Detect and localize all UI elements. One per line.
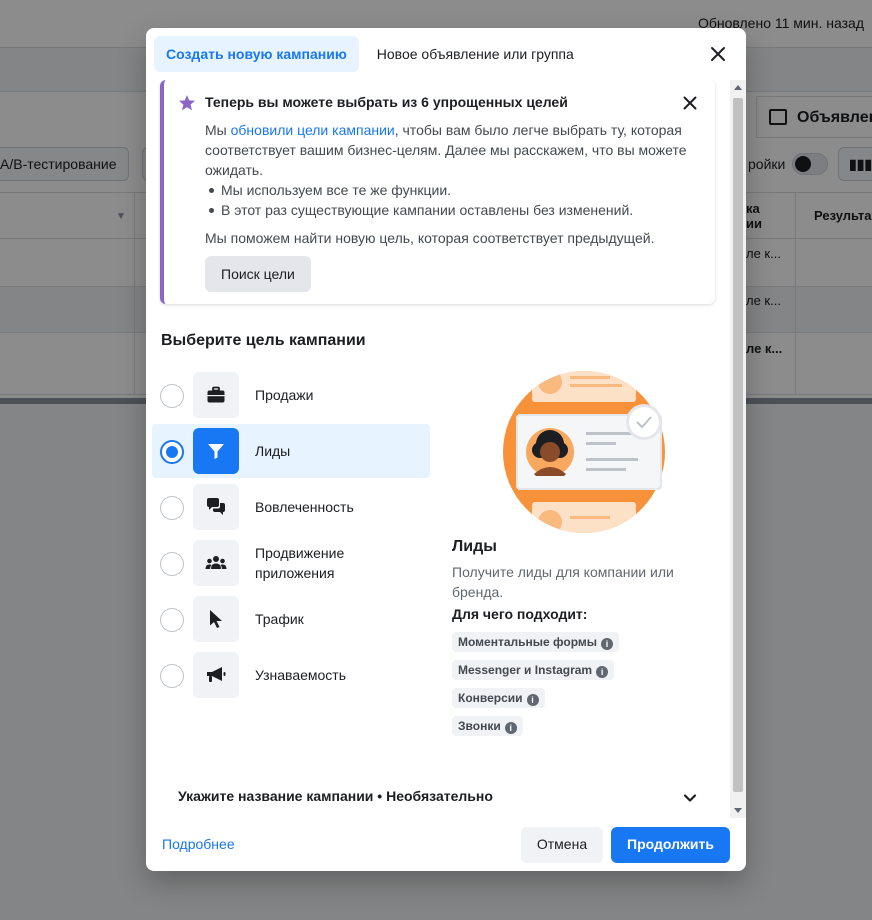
notice-body-prefix: Мы <box>205 122 231 138</box>
people-icon <box>193 540 239 586</box>
chevron-down-icon <box>682 790 698 806</box>
filter-icon <box>193 428 239 474</box>
radio-button[interactable] <box>160 608 184 632</box>
radio-button[interactable] <box>160 384 184 408</box>
close-icon[interactable] <box>708 44 728 64</box>
cursor-icon <box>193 596 239 642</box>
chip-label: Звонки <box>458 719 501 733</box>
info-icon[interactable]: i <box>504 722 517 734</box>
section-title: Выберите цель кампании <box>161 332 366 349</box>
radio-button-selected[interactable] <box>160 440 184 464</box>
dialog-content: Теперь вы можете выбрать из 6 упрощенных… <box>146 80 746 818</box>
objective-label: Лиды <box>255 443 291 459</box>
tab-new-ad-or-group[interactable]: Новое объявление или группа <box>365 36 586 72</box>
notice-help-text: Мы поможем найти новую цель, которая соо… <box>205 230 655 246</box>
tab-new-campaign[interactable]: Создать новую кампанию <box>154 36 359 72</box>
objectives-notice: Теперь вы можете выбрать из 6 упрощенных… <box>160 80 715 304</box>
dialog-scrollbar[interactable] <box>730 80 746 818</box>
objective-leads[interactable]: Лиды <box>152 424 430 478</box>
objective-label: Продажи <box>255 387 314 403</box>
chip-instant-forms: Моментальные формы i <box>452 632 619 652</box>
megaphone-icon <box>193 652 239 698</box>
objective-engagement[interactable]: Вовлеченность <box>152 480 430 534</box>
objective-label: Вовлеченность <box>255 499 354 515</box>
scroll-down-arrow-icon[interactable] <box>734 808 742 813</box>
objective-label: Узнаваемость <box>255 667 347 683</box>
objective-awareness[interactable]: Узнаваемость <box>152 648 430 702</box>
chip-calls: Звонки i <box>452 716 523 736</box>
radio-button[interactable] <box>160 496 184 520</box>
notice-close-icon[interactable] <box>681 94 699 112</box>
objective-app-promotion[interactable]: Продвижение приложения <box>152 536 430 590</box>
campaign-name-label: Укажите название кампании • Необязательн… <box>178 788 493 804</box>
radio-button[interactable] <box>160 552 184 576</box>
chat-bubbles-icon <box>193 484 239 530</box>
updated-objectives-link[interactable]: обновили цели кампании <box>231 122 395 138</box>
info-icon[interactable]: i <box>601 638 613 650</box>
leads-illustration <box>502 370 666 534</box>
notice-bullet: В этот раз существующие кампании оставле… <box>205 200 695 220</box>
scrollbar-thumb[interactable] <box>733 98 743 792</box>
objective-detail-description: Получите лиды для компании или бренда. <box>452 564 674 600</box>
chip-label: Конверсии <box>458 691 523 705</box>
info-icon[interactable]: i <box>596 666 609 678</box>
objective-detail-title: Лиды <box>452 538 497 555</box>
objective-label: Трафик <box>255 611 304 627</box>
cancel-button[interactable]: Отмена <box>521 827 603 863</box>
notice-title: Теперь вы можете выбрать из 6 упрощенных… <box>205 94 568 110</box>
continue-button[interactable]: Продолжить <box>611 827 730 863</box>
notice-bullet: Мы используем все те же функции. <box>205 180 695 200</box>
objective-list: Продажи Лиды Вовлеченность Продвижение п… <box>152 368 430 704</box>
objective-chips: Моментальные формы i Messenger и Instagra… <box>452 632 712 744</box>
create-campaign-dialog: Создать новую кампанию Новое объявление … <box>146 28 746 871</box>
star-icon <box>178 94 196 112</box>
objective-traffic[interactable]: Трафик <box>152 592 430 646</box>
objective-label: Продвижение приложения <box>255 545 345 581</box>
learn-more-link[interactable]: Подробнее <box>162 836 235 852</box>
chip-label: Messenger и Instagram <box>458 663 593 677</box>
radio-button[interactable] <box>160 664 184 688</box>
chip-messenger-instagram: Messenger и Instagram i <box>452 660 615 680</box>
chip-conversions: Конверсии i <box>452 688 545 708</box>
objective-sales[interactable]: Продажи <box>152 368 430 422</box>
info-icon[interactable]: i <box>526 694 539 706</box>
briefcase-icon <box>193 372 239 418</box>
scroll-up-arrow-icon[interactable] <box>734 85 742 90</box>
objective-fit-label: Для чего подходит: <box>452 606 588 622</box>
campaign-name-expander[interactable]: Укажите название кампании • Необязательн… <box>178 788 698 808</box>
chip-label: Моментальные формы <box>458 635 597 649</box>
dialog-tabs: Создать новую кампанию Новое объявление … <box>154 36 592 72</box>
notice-bullets: Мы используем все те же функции. В этот … <box>205 180 695 220</box>
notice-body: Мы обновили цели кампании, чтобы вам был… <box>205 120 695 180</box>
find-objective-button[interactable]: Поиск цели <box>205 256 311 292</box>
